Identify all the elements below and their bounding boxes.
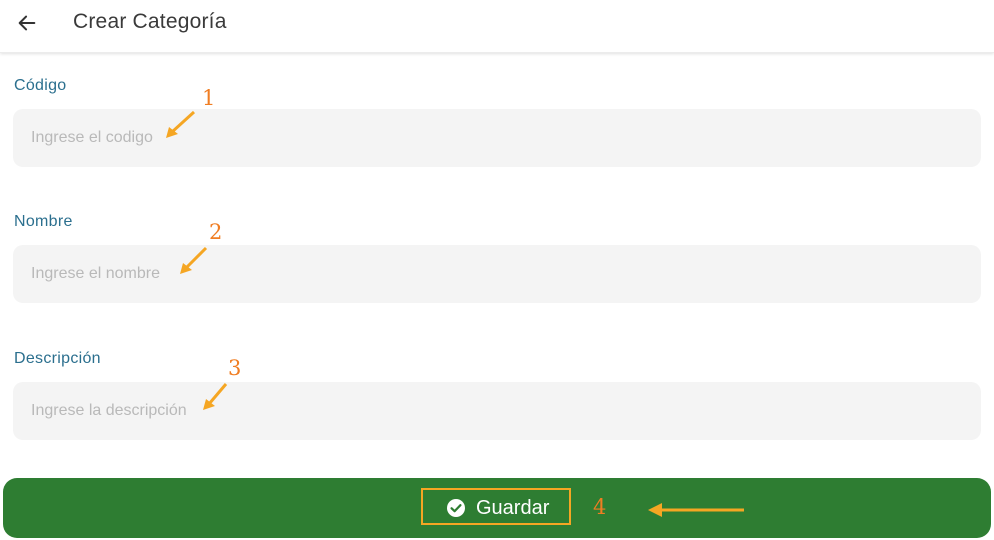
page-title: Crear Categoría bbox=[73, 10, 227, 33]
name-input[interactable] bbox=[13, 245, 981, 303]
annotation-number-1: 1 bbox=[202, 86, 216, 110]
annotation-number-2: 2 bbox=[209, 220, 223, 244]
arrow-left-icon bbox=[18, 15, 36, 31]
back-button[interactable] bbox=[12, 8, 42, 38]
code-input[interactable] bbox=[13, 109, 981, 167]
annotation-arrow-3 bbox=[203, 383, 228, 410]
description-label: Descripción bbox=[14, 350, 101, 367]
name-label: Nombre bbox=[14, 213, 73, 230]
annotation-arrow-1 bbox=[166, 110, 196, 138]
app-bar: Crear Categoría bbox=[0, 0, 994, 53]
annotation-arrow-2 bbox=[180, 246, 208, 274]
annotation-arrow-4 bbox=[648, 503, 744, 517]
annotation-number-3: 3 bbox=[228, 356, 242, 380]
save-button[interactable] bbox=[3, 478, 991, 538]
code-label: Código bbox=[14, 77, 67, 94]
annotation-number-4: 4 bbox=[593, 495, 607, 519]
description-input[interactable] bbox=[13, 382, 981, 440]
